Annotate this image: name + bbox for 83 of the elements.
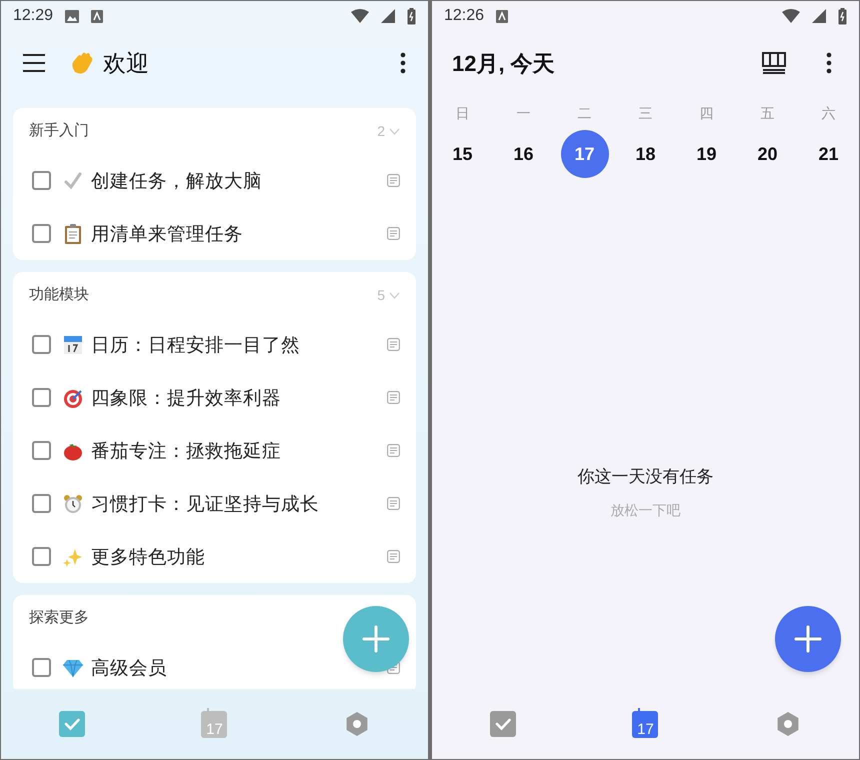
- settings-icon[interactable]: [774, 711, 801, 737]
- weekday-label: 四: [700, 104, 714, 122]
- battery-icon: [407, 8, 416, 24]
- view-toggle-icon[interactable]: [762, 52, 786, 74]
- section-count: 2: [377, 122, 385, 140]
- note-icon: [387, 497, 400, 510]
- task-title: 创建任务，解放大脑: [91, 168, 262, 193]
- calendar-icon: [63, 334, 83, 354]
- month-title: 12月, 今天: [452, 50, 555, 78]
- image-icon: [65, 10, 80, 22]
- weekday-label: 五: [760, 104, 774, 122]
- notification-icon: [496, 10, 508, 22]
- date-cell[interactable]: 20: [744, 130, 792, 178]
- check-mark-icon: [63, 170, 83, 190]
- date-cell[interactable]: 18: [622, 130, 670, 178]
- gem-icon: [63, 658, 83, 676]
- task-title: 日历：日程安排一目了然: [91, 332, 300, 357]
- date-cell[interactable]: 16: [500, 130, 548, 178]
- task-title: 用清单来管理任务: [91, 222, 243, 246]
- note-icon: [387, 391, 400, 404]
- battery-icon: [838, 8, 847, 24]
- note-icon: [387, 227, 400, 240]
- signal-icon: [381, 9, 395, 23]
- date-cell[interactable]: 15: [438, 130, 486, 178]
- task-checkbox[interactable]: [32, 441, 51, 460]
- task-checkbox[interactable]: [32, 494, 51, 513]
- checkbox-tab-icon[interactable]: [490, 711, 516, 737]
- status-time: 12:29: [13, 6, 54, 26]
- wifi-icon: [782, 9, 800, 23]
- weekday-label: 二: [578, 104, 592, 122]
- task-checkbox[interactable]: [32, 547, 51, 566]
- weekday-label: 一: [516, 104, 530, 122]
- task-checkbox[interactable]: [32, 335, 51, 354]
- task-title: 番茄专注：拯救拖延症: [91, 438, 281, 463]
- plus-icon: [362, 625, 390, 653]
- sparkles-icon: [63, 546, 83, 566]
- checkbox-tab-icon[interactable]: [59, 711, 86, 737]
- task-checkbox[interactable]: [32, 224, 51, 243]
- task-item[interactable]: 更多特色功能: [13, 530, 416, 583]
- task-item[interactable]: 习惯打卡：见证坚持与成长: [13, 477, 416, 530]
- task-checkbox[interactable]: [32, 388, 51, 407]
- more-icon[interactable]: [826, 52, 832, 74]
- section-count: 5: [377, 286, 385, 304]
- wifi-icon: [351, 9, 369, 23]
- notification-icon: [91, 10, 104, 22]
- more-icon[interactable]: [400, 52, 406, 74]
- task-checkbox[interactable]: [32, 171, 51, 190]
- date-cell[interactable]: 19: [682, 130, 730, 178]
- add-event-button[interactable]: [775, 606, 841, 672]
- note-icon: [387, 174, 400, 187]
- weekday-label: 六: [822, 104, 836, 122]
- task-item[interactable]: 创建任务，解放大脑: [13, 154, 416, 207]
- section-title: 功能模块: [29, 284, 89, 305]
- alarm-clock-icon: [63, 494, 83, 514]
- status-time: 12:26: [444, 6, 484, 26]
- note-icon: [387, 338, 400, 351]
- section-title: 探索更多: [29, 608, 89, 628]
- signal-icon: [812, 9, 826, 23]
- task-title: 四象限：提升效率利器: [91, 386, 281, 410]
- menu-icon[interactable]: [23, 54, 45, 72]
- plus-icon: [794, 625, 822, 653]
- app-title: 欢迎: [103, 48, 149, 78]
- task-title: 高级会员: [91, 656, 167, 680]
- note-icon: [387, 444, 400, 457]
- empty-state-subtitle: 放松一下吧: [610, 500, 680, 520]
- task-checkbox[interactable]: [32, 658, 51, 677]
- task-title: 习惯打卡：见证坚持与成长: [91, 492, 319, 516]
- task-title: 更多特色功能: [91, 544, 205, 569]
- target-icon: [63, 388, 83, 408]
- settings-icon[interactable]: [344, 711, 370, 737]
- date-cell[interactable]: 17: [560, 130, 608, 178]
- task-item[interactable]: 四象限：提升效率利器: [13, 371, 416, 424]
- task-item[interactable]: 用清单来管理任务: [13, 207, 416, 260]
- task-item[interactable]: 日历：日程安排一目了然: [13, 318, 416, 371]
- section-title: 新手入门: [29, 120, 89, 141]
- task-item[interactable]: 番茄专注：拯救拖延症: [13, 424, 416, 477]
- clipboard-icon: [64, 224, 82, 244]
- weekday-label: 日: [456, 104, 470, 122]
- date-cell[interactable]: 21: [804, 130, 852, 178]
- calendar-tab[interactable]: 17: [632, 710, 658, 738]
- note-icon: [387, 550, 400, 563]
- weekday-label: 三: [638, 104, 652, 122]
- empty-state-title: 你这一天没有任务: [578, 466, 714, 488]
